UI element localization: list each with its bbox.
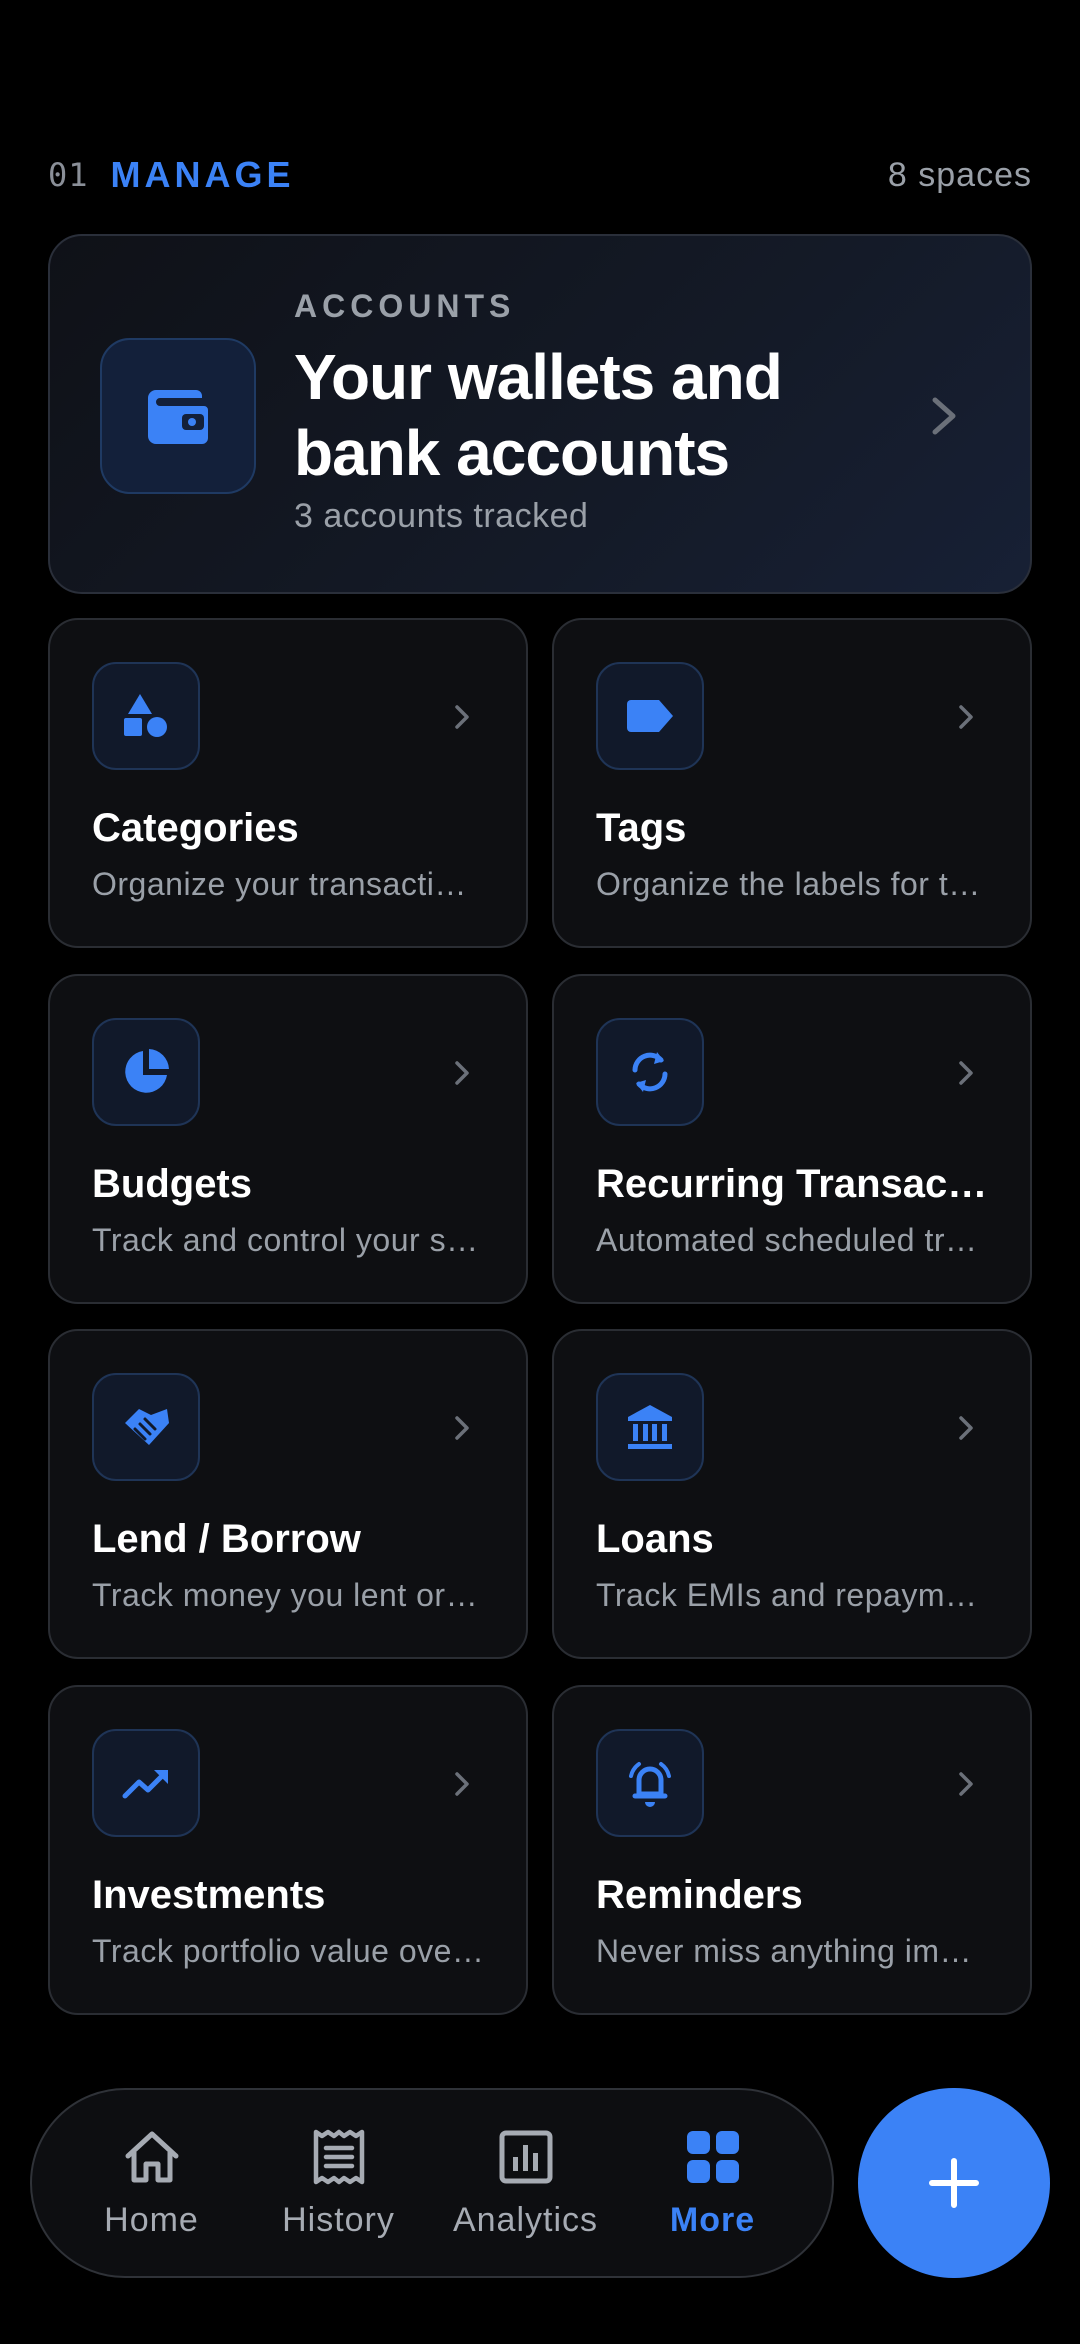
section-heading: 01 MANAGE [48, 154, 295, 196]
section-count: 8 spaces [887, 155, 1032, 194]
nav-label: Home [104, 2200, 199, 2239]
accounts-card[interactable]: ACCOUNTS Your wallets and bank accounts … [48, 234, 1032, 594]
nav-item-home[interactable]: Home [62, 2108, 242, 2258]
plus-icon [929, 2158, 979, 2208]
chevron-right-icon [954, 1413, 978, 1443]
wallet-icon-box [100, 338, 256, 494]
chevron-right-icon [450, 702, 474, 732]
more-screen: 01 MANAGE 8 spaces ACCOUNTS Your wallets… [0, 0, 1080, 2344]
icon-box [92, 1729, 200, 1837]
card-title: Lend / Borrow [92, 1517, 361, 1561]
card-subtitle: Track EMIs and repayments [596, 1577, 988, 1613]
card-categories[interactable]: Categories Organize your transactions [48, 618, 528, 948]
accounts-kicker: ACCOUNTS [294, 288, 516, 324]
card-subtitle: Never miss anything important [596, 1933, 988, 1969]
chevron-right-icon [450, 1413, 474, 1443]
card-title: Tags [596, 806, 687, 850]
card-title: Recurring Transactions [596, 1162, 988, 1206]
home-icon [122, 2127, 182, 2187]
accounts-title: Your wallets and bank accounts [294, 341, 783, 489]
section-header: 01 MANAGE 8 spaces [48, 150, 1032, 200]
nav-label: More [669, 2200, 756, 2239]
card-investments[interactable]: Investments Track portfolio value over t… [48, 1685, 528, 2015]
card-lend-borrow[interactable]: Lend / Borrow Track money you lent or bo… [48, 1329, 528, 1659]
nav-label: Analytics [452, 2200, 599, 2239]
card-reminders[interactable]: Reminders Never miss anything important [552, 1685, 1032, 2015]
trend-up-icon [122, 1770, 168, 1799]
nav-item-more[interactable]: More [623, 2108, 803, 2258]
chevron-right-icon [954, 1769, 978, 1799]
shapes-icon [124, 694, 167, 737]
section-number: 01 [48, 156, 89, 194]
card-title: Categories [92, 806, 299, 850]
card-subtitle: Track and control your spending [92, 1222, 484, 1258]
card-subtitle: Automated scheduled transactions [596, 1222, 988, 1258]
bottom-nav: Home History Analytics More [30, 2088, 834, 2278]
card-recurring-transactions[interactable]: Recurring Transactions Automated schedul… [552, 974, 1032, 1304]
accounts-text: ACCOUNTS Your wallets and bank accounts … [294, 288, 910, 536]
receipt-icon [309, 2127, 369, 2187]
card-subtitle: Track money you lent or borrowed [92, 1577, 484, 1613]
card-title: Investments [92, 1873, 326, 1917]
chevron-right-icon [450, 1058, 474, 1088]
chevron-right-icon [450, 1769, 474, 1799]
nav-label: History [282, 2200, 395, 2239]
card-loans[interactable]: Loans Track EMIs and repayments [552, 1329, 1032, 1659]
card-subtitle: Organize the labels for transactions [596, 866, 988, 902]
add-transaction-button[interactable] [858, 2088, 1050, 2278]
nav-item-history[interactable]: History [249, 2108, 429, 2258]
bank-icon [628, 1405, 672, 1449]
pie-chart-icon [125, 1049, 169, 1093]
icon-box [596, 1729, 704, 1837]
icon-box [92, 1373, 200, 1481]
icon-box [92, 662, 200, 770]
bar-chart-icon [496, 2127, 556, 2187]
accounts-subtitle: 3 accounts tracked [294, 497, 589, 535]
card-subtitle: Track portfolio value over time [92, 1933, 484, 1969]
nav-item-analytics[interactable]: Analytics [436, 2108, 616, 2258]
card-tags[interactable]: Tags Organize the labels for transaction… [552, 618, 1032, 948]
refresh-icon [632, 1052, 668, 1092]
card-title: Loans [596, 1517, 714, 1561]
section-title: MANAGE [110, 154, 295, 195]
grid-icon [683, 2127, 743, 2187]
chevron-right-icon [954, 702, 978, 732]
icon-box [596, 1373, 704, 1481]
card-title: Reminders [596, 1873, 803, 1917]
chevron-right-icon [924, 388, 964, 444]
handshake-icon [125, 1409, 169, 1445]
icon-box [92, 1018, 200, 1126]
alarm-icon [629, 1762, 671, 1807]
card-title: Budgets [92, 1162, 252, 1206]
wallet-icon [148, 390, 208, 444]
chevron-right-icon [954, 1058, 978, 1088]
icon-box [596, 662, 704, 770]
tag-icon [627, 700, 673, 732]
card-budgets[interactable]: Budgets Track and control your spending [48, 974, 528, 1304]
icon-box [596, 1018, 704, 1126]
card-subtitle: Organize your transactions [92, 866, 484, 902]
